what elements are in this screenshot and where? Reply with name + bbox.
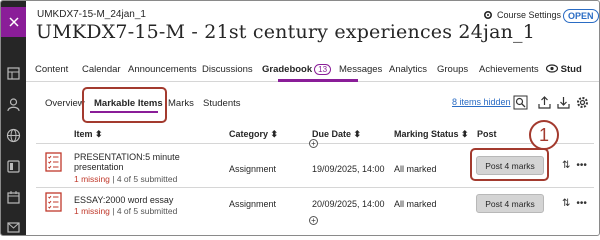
settings-gear-icon[interactable] (575, 95, 590, 110)
upload-icon[interactable] (537, 95, 552, 110)
course-settings-label: Course Settings (497, 10, 562, 20)
reorder-icon[interactable]: ⇅ (562, 160, 570, 171)
column-header-category-label: Category (229, 129, 269, 139)
more-options-icon[interactable]: ••• (576, 198, 587, 209)
left-nav-rail (1, 1, 26, 235)
column-header-due-date[interactable]: Due Date ⬍ (312, 129, 361, 140)
page-title: UMKDX7-15-M - 21st century experiences 2… (36, 21, 536, 43)
gradebook-count-badge: 13 (314, 64, 332, 75)
sort-icon: ⬍ (270, 129, 279, 139)
tab-students-label: Stud (560, 64, 582, 75)
column-header-marking-status-label: Marking Status (394, 129, 459, 139)
post-marks-button[interactable]: Post 4 marks (476, 194, 544, 213)
tab-content[interactable]: Content (35, 64, 68, 75)
profile-icon[interactable] (5, 96, 22, 113)
row-tools: ⇅ ••• (562, 198, 587, 209)
tab-gradebook[interactable]: Gradebook 13 (262, 64, 332, 75)
submitted-count: | 4 of 5 submitted (109, 174, 178, 184)
gradebook-window: UMKDX7-15-M_24jan_1 UMKDX7-15-M - 21st c… (0, 0, 600, 236)
hidden-items-link[interactable]: 8 items hidden (452, 97, 511, 107)
globe-icon[interactable] (5, 127, 22, 144)
tab-gradebook-label: Gradebook (262, 64, 313, 75)
highlight-post-button (470, 148, 549, 181)
assignment-icon (45, 192, 62, 212)
column-header-post: Post (477, 129, 497, 139)
submitted-count: | 4 of 5 submitted (109, 206, 178, 216)
column-header-category[interactable]: Category ⬍ (229, 129, 278, 140)
item-title-link[interactable]: ESSAY:2000 word essay (74, 195, 173, 205)
course-status-badge[interactable]: OPEN (563, 9, 599, 23)
marking-status-cell: All marked (394, 199, 437, 209)
submission-summary: 1 missing | 4 of 5 submitted (74, 174, 177, 184)
reorder-icon[interactable]: ⇅ (562, 198, 570, 209)
item-title-line2: presentation (74, 162, 124, 172)
courses-icon[interactable] (5, 158, 22, 175)
search-icon[interactable] (513, 95, 528, 110)
sort-icon: ⬍ (353, 129, 362, 139)
subtab-overview[interactable]: Overview (45, 98, 85, 109)
column-header-item[interactable]: Item ⬍ (74, 129, 103, 140)
submission-summary: 1 missing | 4 of 5 submitted (74, 206, 177, 216)
calendar-icon[interactable] (5, 189, 22, 206)
item-title-line1: PRESENTATION:5 minute (74, 152, 180, 162)
add-item-icon[interactable]: + (309, 139, 318, 148)
more-options-icon[interactable]: ••• (576, 160, 587, 171)
category-cell: Assignment (229, 199, 277, 209)
messages-icon[interactable] (5, 219, 22, 235)
due-date-cell: 19/09/2025, 14:00 (312, 164, 385, 174)
collapse-panel-button[interactable] (1, 7, 26, 37)
item-title-link[interactable]: PRESENTATION:5 minute presentation (74, 152, 180, 172)
tab-messages[interactable]: Messages (339, 64, 382, 75)
close-icon (8, 17, 19, 27)
gear-icon (483, 10, 493, 20)
category-cell: Assignment (229, 164, 277, 174)
active-tab-indicator (278, 79, 358, 82)
institution-icon[interactable] (5, 65, 22, 82)
eye-icon (545, 64, 559, 73)
tab-analytics[interactable]: Analytics (389, 64, 427, 75)
sort-icon: ⬍ (95, 129, 103, 139)
course-settings-button[interactable]: Course Settings (483, 10, 561, 20)
subtab-marks[interactable]: Marks (168, 98, 194, 109)
tab-announcements[interactable]: Announcements (128, 64, 197, 75)
divider (36, 187, 594, 188)
column-header-item-label: Item (74, 129, 93, 139)
column-header-marking-status[interactable]: Marking Status ⬍ (394, 129, 469, 140)
tab-groups[interactable]: Groups (437, 64, 468, 75)
assignment-icon (45, 152, 62, 172)
download-icon[interactable] (556, 95, 571, 110)
sort-icon: ⬍ (461, 129, 469, 139)
tab-discussions[interactable]: Discussions (202, 64, 253, 75)
missing-count: 1 missing (74, 206, 110, 216)
marking-status-cell: All marked (394, 164, 437, 174)
course-tabs: Content Calendar Announcements Discussio… (26, 57, 599, 82)
missing-count: 1 missing (74, 174, 110, 184)
row-tools: ⇅ ••• (562, 160, 587, 171)
subtab-students[interactable]: Students (203, 98, 241, 109)
tab-students[interactable]: Stud (545, 64, 582, 75)
step-callout: 1 (529, 120, 559, 150)
course-code: UMKDX7-15-M_24jan_1 (37, 9, 146, 20)
highlight-markable-items (82, 87, 167, 123)
add-item-icon[interactable]: + (309, 216, 318, 225)
tab-achievements[interactable]: Achievements (479, 64, 539, 75)
due-date-cell: 20/09/2025, 14:00 (312, 199, 385, 209)
column-header-due-date-label: Due Date (312, 129, 352, 139)
tab-calendar[interactable]: Calendar (82, 64, 121, 75)
